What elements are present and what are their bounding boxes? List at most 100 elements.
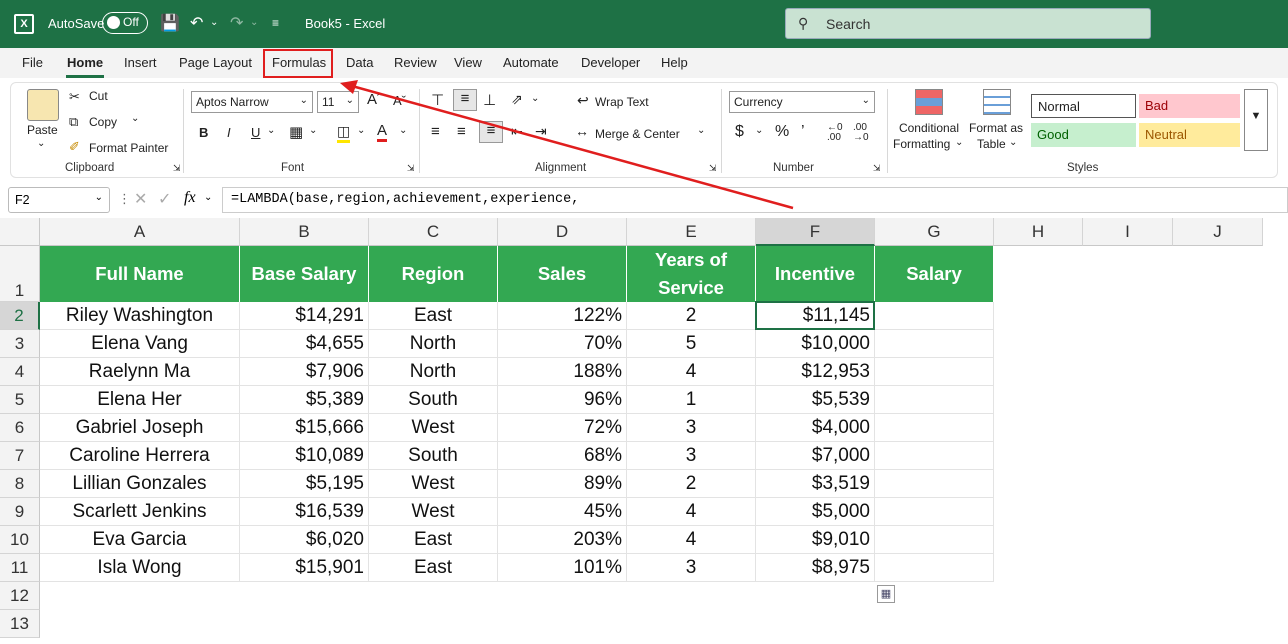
column-header-i[interactable]: I	[1083, 218, 1173, 246]
fill-dropdown-icon[interactable]: ⌄	[357, 125, 365, 136]
table-cell[interactable]: $5,389	[240, 386, 369, 414]
tab-developer[interactable]: Developer	[581, 55, 640, 70]
column-header-j[interactable]: J	[1173, 218, 1263, 246]
format-painter-button[interactable]: Format Painter	[89, 141, 168, 155]
table-header-cell[interactable]: Years of Service	[627, 246, 756, 302]
select-all-corner[interactable]	[0, 218, 40, 246]
tab-help[interactable]: Help	[661, 55, 688, 70]
enter-icon[interactable]: ✓	[158, 189, 171, 209]
table-cell[interactable]: 4	[627, 526, 756, 554]
fx-dropdown-icon[interactable]: ⌄	[204, 192, 212, 203]
redo-dropdown-icon[interactable]: ⌄	[250, 17, 258, 28]
fill-color-icon[interactable]: ◫	[337, 123, 351, 143]
table-cell[interactable]: Eva Garcia	[40, 526, 240, 554]
style-neutral[interactable]: Neutral	[1139, 123, 1240, 147]
borders-icon[interactable]: ▦	[289, 123, 303, 141]
table-cell[interactable]: East	[369, 554, 498, 582]
table-cell[interactable]: 3	[627, 414, 756, 442]
percent-style-icon[interactable]: %	[775, 123, 789, 141]
font-color-icon[interactable]: A	[377, 122, 388, 142]
table-cell[interactable]: 68%	[498, 442, 627, 470]
table-cell[interactable]	[875, 386, 994, 414]
styles-more-icon[interactable]: ▼	[1244, 89, 1268, 151]
formula-input[interactable]: =LAMBDA(base,region,achievement,experien…	[222, 187, 1288, 213]
table-cell[interactable]: $4,000	[756, 414, 875, 442]
tab-view[interactable]: View	[454, 55, 482, 70]
row-header-2[interactable]: 2	[0, 302, 40, 330]
conditional-formatting-button-line2[interactable]: Formatting	[893, 137, 950, 151]
borders-dropdown-icon[interactable]: ⌄	[309, 125, 317, 136]
increase-indent-icon[interactable]: ⇥	[535, 123, 547, 140]
table-cell[interactable]: $15,666	[240, 414, 369, 442]
tab-data[interactable]: Data	[346, 55, 373, 70]
column-header-d[interactable]: D	[498, 218, 627, 246]
merge-center-button[interactable]: Merge & Center	[595, 127, 680, 141]
paste-icon[interactable]	[27, 89, 59, 121]
table-header-cell[interactable]: Base Salary	[240, 246, 369, 302]
search-box[interactable]: ⚲ Search	[785, 8, 1151, 39]
table-cell[interactable]: 2	[627, 470, 756, 498]
decrease-decimal-icon[interactable]: .00 →0	[853, 123, 869, 143]
table-cell[interactable]: North	[369, 358, 498, 386]
row-header-9[interactable]: 9	[0, 498, 40, 526]
row-header-13[interactable]: 13	[0, 610, 40, 638]
table-cell[interactable]: 101%	[498, 554, 627, 582]
wrap-text-icon[interactable]: ↩	[577, 92, 589, 109]
font-color-dropdown-icon[interactable]: ⌄	[399, 125, 407, 136]
table-cell[interactable]: North	[369, 330, 498, 358]
table-cell[interactable]: 3	[627, 554, 756, 582]
table-cell[interactable]: $10,089	[240, 442, 369, 470]
copy-icon[interactable]: ⧉	[69, 114, 78, 130]
style-bad[interactable]: Bad	[1139, 94, 1240, 118]
table-cell[interactable]: $5,195	[240, 470, 369, 498]
row-header-1[interactable]: 1	[0, 246, 40, 302]
increase-decimal-icon[interactable]: ←0.00	[827, 123, 843, 143]
table-cell[interactable]	[875, 302, 994, 330]
table-cell[interactable]: 72%	[498, 414, 627, 442]
table-cell[interactable]: Scarlett Jenkins	[40, 498, 240, 526]
column-header-a[interactable]: A	[40, 218, 240, 246]
table-cell[interactable]: East	[369, 526, 498, 554]
name-box[interactable]: F2 ⌄	[8, 187, 110, 213]
table-cell[interactable]: 70%	[498, 330, 627, 358]
copy-button[interactable]: Copy	[89, 115, 117, 129]
format-as-table-button-line2[interactable]: Table	[977, 137, 1006, 151]
save-icon[interactable]: 💾	[160, 13, 180, 33]
table-cell[interactable]	[875, 330, 994, 358]
row-header-3[interactable]: 3	[0, 330, 40, 358]
redo-icon[interactable]: ↷	[230, 13, 243, 33]
table-cell[interactable]	[875, 442, 994, 470]
row-header-4[interactable]: 4	[0, 358, 40, 386]
format-painter-icon[interactable]: ✐	[69, 139, 80, 155]
cut-button[interactable]: Cut	[89, 89, 108, 103]
table-cell[interactable]: $15,901	[240, 554, 369, 582]
column-header-h[interactable]: H	[994, 218, 1083, 246]
table-cell[interactable]: $16,539	[240, 498, 369, 526]
table-cell[interactable]: South	[369, 442, 498, 470]
align-right-icon[interactable]: ≡	[479, 121, 503, 143]
table-cell[interactable]: Elena Her	[40, 386, 240, 414]
table-cell[interactable]: $4,655	[240, 330, 369, 358]
row-header-11[interactable]: 11	[0, 554, 40, 582]
bold-icon[interactable]: B	[199, 125, 208, 140]
accounting-format-icon[interactable]: $	[735, 123, 744, 141]
table-cell[interactable]: 2	[627, 302, 756, 330]
format-as-table-dropdown-icon[interactable]: ⌄	[1009, 137, 1017, 148]
merge-center-icon[interactable]: ↔	[575, 123, 589, 139]
table-cell[interactable]	[875, 358, 994, 386]
cut-icon[interactable]: ✂	[69, 89, 80, 105]
number-format-dropdown[interactable]: Currency ⌄	[729, 91, 875, 113]
table-cell[interactable]: $8,975	[756, 554, 875, 582]
table-header-cell[interactable]: Full Name	[40, 246, 240, 302]
orientation-icon[interactable]: ⇗	[511, 91, 523, 108]
customize-toolbar-icon[interactable]: ≡	[272, 16, 279, 30]
tab-page-layout[interactable]: Page Layout	[179, 55, 252, 70]
column-header-e[interactable]: E	[627, 218, 756, 246]
row-header-7[interactable]: 7	[0, 442, 40, 470]
row-header-8[interactable]: 8	[0, 470, 40, 498]
table-cell[interactable]: 1	[627, 386, 756, 414]
align-left-icon[interactable]: ≡	[431, 123, 440, 140]
table-cell[interactable]: 89%	[498, 470, 627, 498]
table-cell[interactable]: $7,000	[756, 442, 875, 470]
table-header-cell[interactable]: Sales	[498, 246, 627, 302]
